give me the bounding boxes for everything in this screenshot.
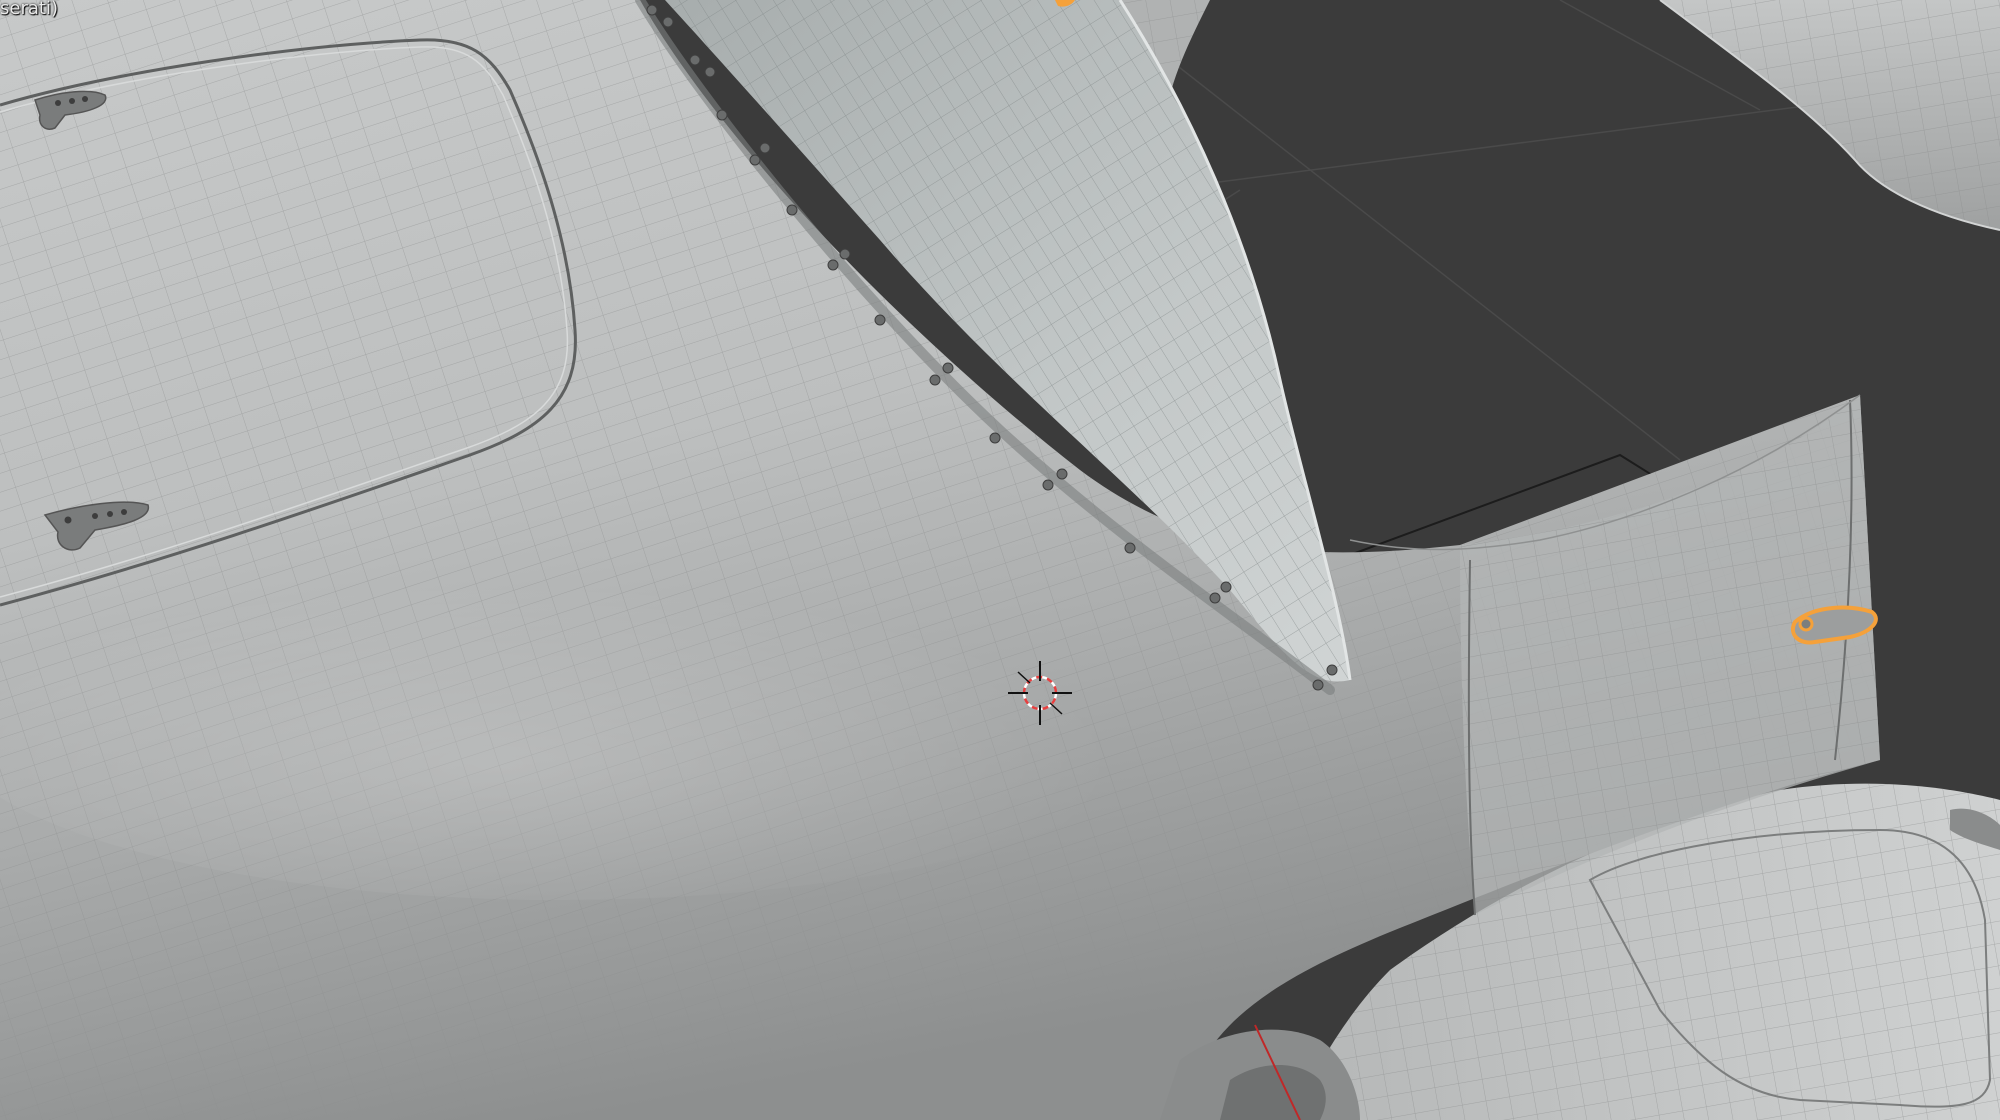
- object-name-label: serati): [0, 0, 58, 19]
- 3d-viewport[interactable]: serati): [0, 0, 2000, 1120]
- viewport-scene[interactable]: [0, 0, 2000, 1120]
